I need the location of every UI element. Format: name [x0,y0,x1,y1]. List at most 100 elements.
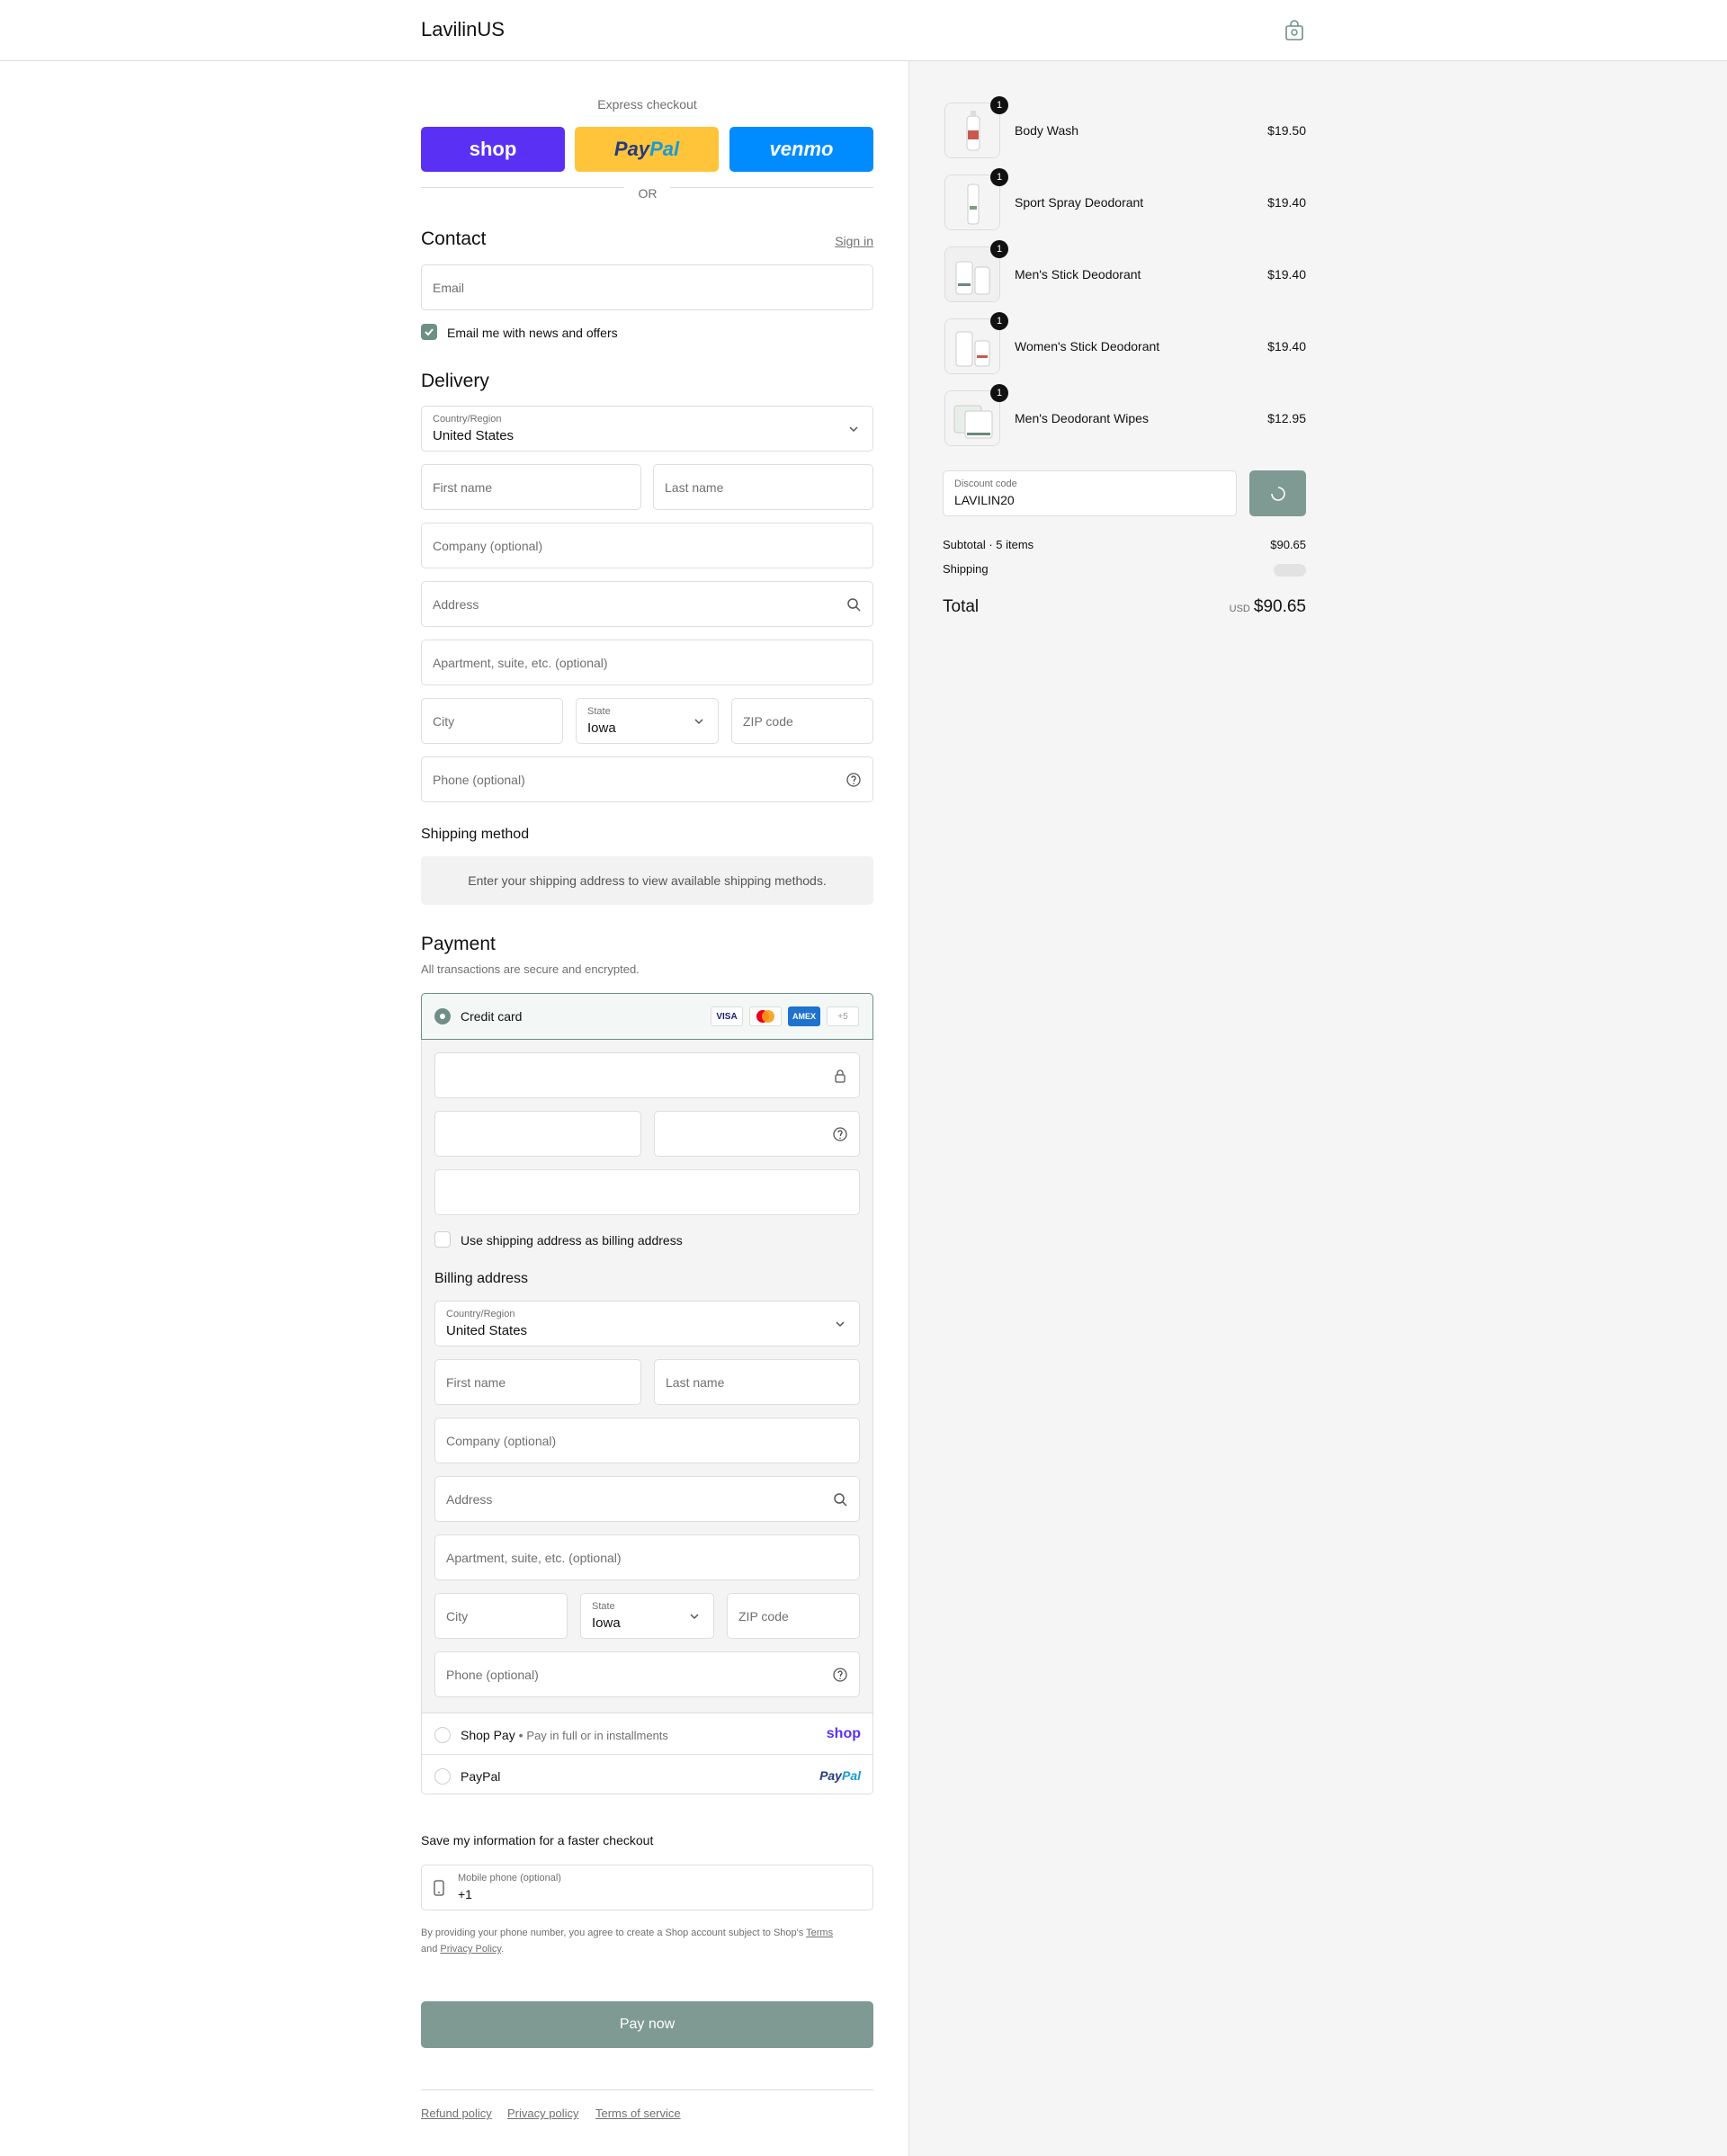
legal-text-2: and [421,1944,441,1955]
shop-pay-radio[interactable] [434,1727,451,1743]
city-field[interactable]: City [421,698,563,744]
venmo-express-button[interactable]: venmo [729,127,873,172]
or-divider-text: OR [630,186,666,201]
shipping-label: Shipping [943,562,989,576]
item-name: Men's Stick Deodorant [1015,267,1141,282]
subtotal-label: Subtotal · 5 items [943,538,1034,551]
paypal-label-a: Pay [613,138,650,160]
mobile-phone-icon [434,1880,444,1896]
shopping-bag-icon[interactable] [1284,20,1304,41]
billing-country-value: United States [446,1323,528,1338]
billing-first-name-field[interactable]: First name [434,1359,641,1405]
divider-left [421,187,624,188]
mobile-phone-field[interactable]: Mobile phone (optional) +1 [421,1865,873,1910]
legal-text-3: . [501,1944,505,1955]
pay-now-button[interactable]: Pay now [421,2001,873,2048]
help-circle-icon[interactable] [832,1667,848,1683]
currency-code: USD [1229,604,1250,614]
footer-divider [421,2089,873,2090]
terms-of-service-link[interactable]: Terms of service [595,2107,681,2120]
site-header: LavilinUS [0,0,1727,61]
shop-pay-name: Shop Pay [461,1728,515,1742]
item-price: $19.50 [1267,123,1306,138]
address-field[interactable]: Address [421,581,873,627]
email-field[interactable]: Email [421,264,873,310]
total-value: $90.65 [1253,597,1306,616]
same-address-checkbox[interactable] [434,1231,451,1248]
country-label: Country/Region [433,414,502,425]
billing-phone-field[interactable]: Phone (optional) [434,1651,860,1697]
paypal-radio[interactable] [434,1768,451,1785]
mobile-phone-value: +1 [458,1887,472,1901]
shipping-method-notice: Enter your shipping address to view avai… [421,856,873,905]
country-select[interactable]: Country/Region United States [421,406,873,452]
express-checkout-title: Express checkout [597,97,697,112]
billing-last-name-placeholder: Last name [666,1375,725,1390]
terms-link[interactable]: Terms [806,1928,833,1938]
billing-state-label: State [592,1601,615,1612]
amex-icon: AMEX [788,1006,820,1026]
card-expiry-field[interactable] [434,1111,641,1157]
help-circle-icon[interactable] [846,772,862,788]
discount-code-label: Discount code [954,479,1017,489]
country-value: United States [433,428,515,443]
sign-in-link[interactable]: Sign in [835,234,873,248]
shop-pay-express-button[interactable]: shop [421,127,565,172]
billing-state-select[interactable]: State Iowa [580,1593,714,1639]
billing-state-value: Iowa [592,1615,621,1631]
mastercard-icon [749,1006,782,1026]
card-number-field[interactable] [434,1052,860,1098]
apartment-placeholder: Apartment, suite, etc. (optional) [433,656,608,670]
credit-card-option[interactable]: Credit card VISA AMEX +5 [421,993,873,1040]
apply-discount-button[interactable] [1249,470,1306,516]
paypal-logo: PayPal [819,1768,861,1783]
billing-country-label: Country/Region [446,1309,515,1320]
quantity-badge: 1 [990,384,1008,402]
billing-city-placeholder: City [446,1609,469,1624]
billing-country-select[interactable]: Country/Region United States [434,1301,860,1346]
item-name: Body Wash [1015,123,1079,138]
paypal-option[interactable]: PayPal PayPal [422,1754,872,1795]
billing-first-name-placeholder: First name [446,1375,506,1390]
billing-address-placeholder: Address [446,1492,493,1507]
payment-subtitle: All transactions are secure and encrypte… [421,962,640,976]
billing-company-placeholder: Company (optional) [446,1434,557,1448]
shop-pay-description: Pay in full or in installments [526,1729,668,1742]
billing-zip-field[interactable]: ZIP code [727,1593,860,1639]
billing-address-field[interactable]: Address [434,1476,860,1522]
apartment-field[interactable]: Apartment, suite, etc. (optional) [421,640,873,685]
billing-last-name-field[interactable]: Last name [654,1359,860,1405]
billing-city-field[interactable]: City [434,1593,568,1639]
chevron-down-icon [690,1614,699,1620]
phone-field[interactable]: Phone (optional) [421,756,873,802]
store-logo[interactable]: LavilinUS [421,18,505,41]
total-amount: USD $90.65 [1230,597,1306,617]
quantity-badge: 1 [990,96,1008,114]
item-price: $19.40 [1267,195,1306,210]
news-checkbox[interactable] [421,324,437,340]
help-circle-icon[interactable] [832,1126,848,1142]
first-name-field[interactable]: First name [421,464,641,510]
credit-card-form: Use shipping address as billing address … [422,1040,872,1713]
more-cards-badge: +5 [827,1006,859,1026]
company-field[interactable]: Company (optional) [421,523,873,568]
billing-company-field[interactable]: Company (optional) [434,1418,860,1463]
refund-policy-link[interactable]: Refund policy [421,2107,492,2120]
discount-code-value: LAVILIN20 [954,493,1015,507]
item-price: $19.40 [1267,267,1306,282]
last-name-field[interactable]: Last name [653,464,873,510]
state-select[interactable]: State Iowa [576,698,719,744]
privacy-policy-link[interactable]: Privacy Policy [440,1944,501,1955]
mobile-phone-label: Mobile phone (optional) [458,1873,561,1883]
same-address-label: Use shipping address as billing address [461,1233,683,1248]
zip-placeholder: ZIP code [743,714,793,729]
name-on-card-field[interactable] [434,1169,860,1215]
credit-card-radio[interactable] [434,1008,451,1024]
zip-field[interactable]: ZIP code [731,698,873,744]
paypal-express-button[interactable]: Pay Pal [575,127,719,172]
discount-code-field[interactable]: Discount code LAVILIN20 [943,470,1237,516]
card-cvv-field[interactable] [654,1111,860,1157]
billing-apartment-field[interactable]: Apartment, suite, etc. (optional) [434,1534,860,1580]
privacy-policy-footer-link[interactable]: Privacy policy [507,2107,578,2120]
shop-pay-option[interactable]: Shop Pay • Pay in full or in installment… [422,1713,872,1754]
